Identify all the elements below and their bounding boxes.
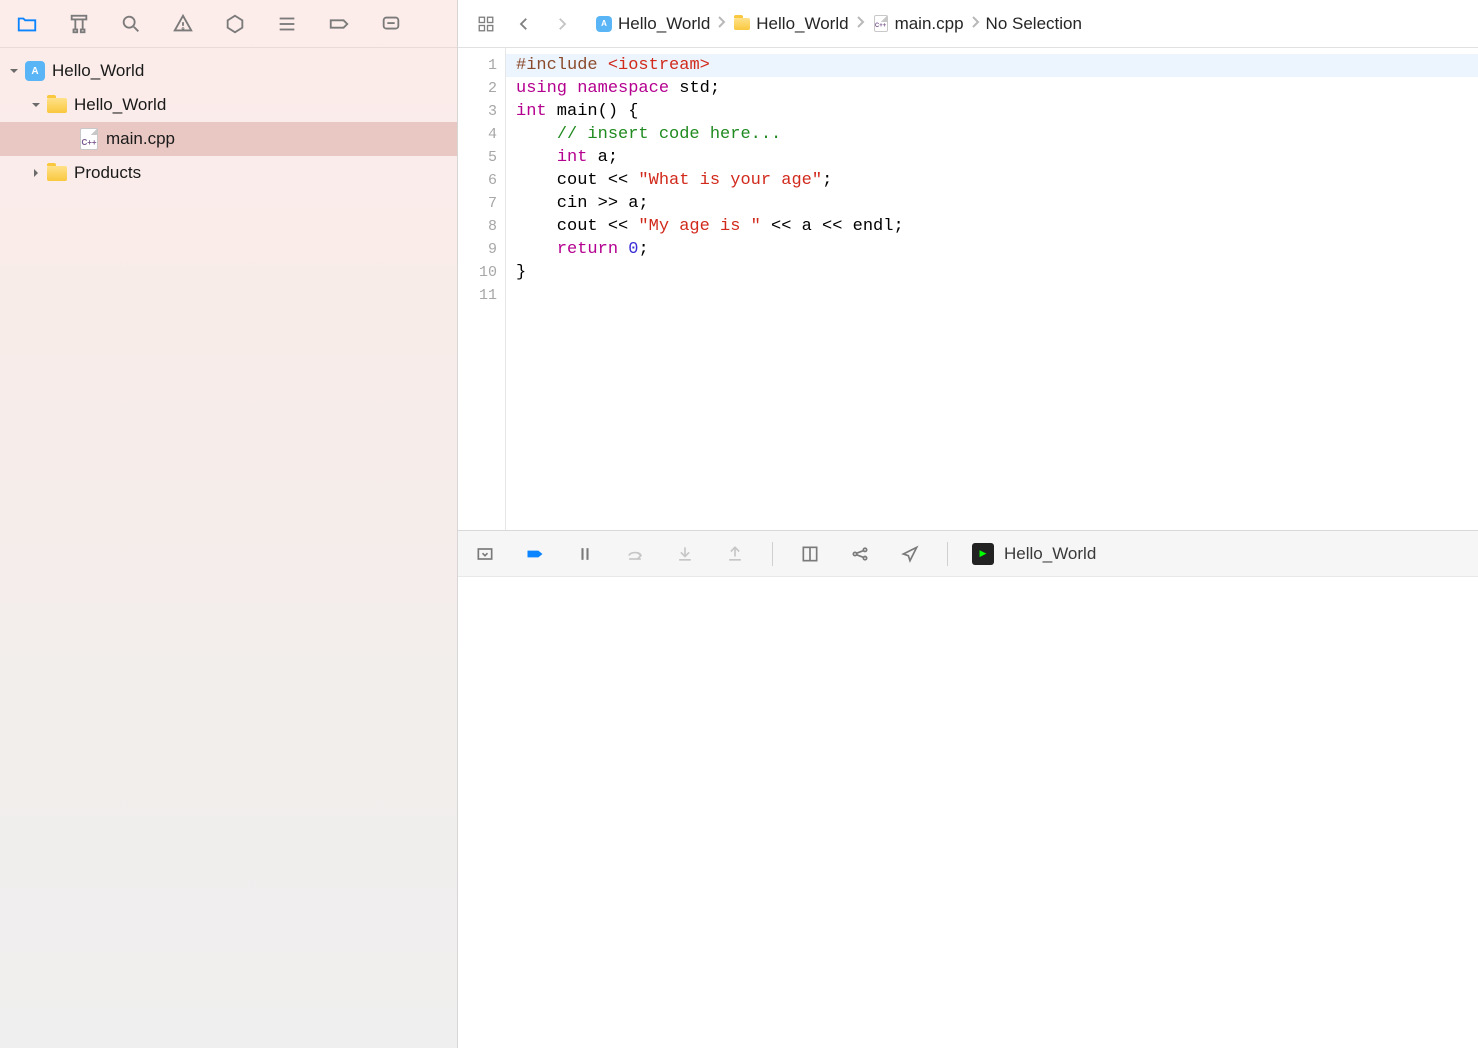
breadcrumb-segment[interactable]: Hello_World — [732, 14, 848, 34]
line-number: 1 — [458, 54, 497, 77]
back-icon[interactable] — [510, 10, 538, 38]
debug-target[interactable]: ▶ Hello_World — [972, 543, 1096, 565]
navigator-toolbar — [0, 0, 457, 48]
editor-toolbar: AHello_WorldHello_WorldC++main.cppNo Sel… — [458, 0, 1478, 48]
cpp-file-icon: C++ — [871, 14, 891, 34]
folder-icon — [46, 94, 68, 116]
code-line[interactable]: int main() { — [516, 100, 1478, 123]
code-line[interactable]: return 0; — [516, 238, 1478, 261]
breakpoints-toggle-icon[interactable] — [522, 541, 548, 567]
tree-item-label: main.cpp — [106, 129, 175, 149]
spacer-icon — [60, 131, 76, 147]
pause-icon[interactable] — [572, 541, 598, 567]
project-icon: A — [24, 60, 46, 82]
forward-icon[interactable] — [548, 10, 576, 38]
tree-item-label: Hello_World — [74, 95, 166, 115]
debug-toolbar: ▶ Hello_World — [458, 530, 1478, 576]
debug-target-label: Hello_World — [1004, 544, 1096, 564]
debug-navigator-icon[interactable] — [274, 11, 300, 37]
console-area[interactable] — [458, 576, 1478, 1048]
tree-item-products[interactable]: Products — [0, 156, 457, 190]
line-number: 7 — [458, 192, 497, 215]
chevron-right-icon — [970, 14, 980, 34]
executable-icon: ▶ — [972, 543, 994, 565]
breadcrumb-label: No Selection — [986, 14, 1082, 34]
code-editor[interactable]: 1234567891011 #include <iostream>using n… — [458, 48, 1478, 530]
folder-icon — [732, 14, 752, 34]
line-number: 10 — [458, 261, 497, 284]
hide-debug-icon[interactable] — [472, 541, 498, 567]
debug-separator — [772, 542, 773, 566]
chevron-down-icon[interactable] — [6, 63, 22, 79]
project-navigator-icon[interactable] — [14, 11, 40, 37]
chevron-right-icon — [716, 14, 726, 34]
tree-item-label: Hello_World — [52, 61, 144, 81]
breadcrumb-segment[interactable]: C++main.cpp — [871, 14, 964, 34]
tree-item-main-cpp[interactable]: C++ main.cpp — [0, 122, 457, 156]
step-into-icon[interactable] — [672, 541, 698, 567]
chevron-right-icon[interactable] — [28, 165, 44, 181]
line-number: 11 — [458, 284, 497, 307]
issues-icon[interactable] — [170, 11, 196, 37]
related-items-icon[interactable] — [472, 10, 500, 38]
breadcrumb-segment[interactable]: No Selection — [986, 14, 1082, 34]
breadcrumb-label: Hello_World — [618, 14, 710, 34]
step-out-icon[interactable] — [722, 541, 748, 567]
line-number: 4 — [458, 123, 497, 146]
code-line[interactable]: cout << "What is your age"; — [516, 169, 1478, 192]
memory-graph-icon[interactable] — [847, 541, 873, 567]
search-icon[interactable] — [118, 11, 144, 37]
code-line[interactable]: cout << "My age is " << a << endl; — [516, 215, 1478, 238]
navigator-sidebar: A Hello_World Hello_World C++ main.cpp Produc… — [0, 0, 458, 1048]
debug-view-icon[interactable] — [797, 541, 823, 567]
line-gutter: 1234567891011 — [458, 48, 506, 530]
line-number: 3 — [458, 100, 497, 123]
chevron-right-icon — [855, 14, 865, 34]
project-tree[interactable]: A Hello_World Hello_World C++ main.cpp Produc… — [0, 48, 457, 1048]
chevron-down-icon[interactable] — [28, 97, 44, 113]
breadcrumb-label: main.cpp — [895, 14, 964, 34]
tree-item-label: Products — [74, 163, 141, 183]
tree-item-hello_world[interactable]: Hello_World — [0, 88, 457, 122]
location-icon[interactable] — [897, 541, 923, 567]
step-over-icon[interactable] — [622, 541, 648, 567]
folder-icon — [46, 162, 68, 184]
debug-separator — [947, 542, 948, 566]
code-line[interactable]: // insert code here... — [516, 123, 1478, 146]
tests-icon[interactable] — [222, 11, 248, 37]
editor-pane: AHello_WorldHello_WorldC++main.cppNo Sel… — [458, 0, 1478, 1048]
breadcrumb: AHello_WorldHello_WorldC++main.cppNo Sel… — [594, 14, 1082, 34]
code-line[interactable]: #include <iostream> — [516, 54, 1478, 77]
project-icon: A — [594, 14, 614, 34]
code-line[interactable]: cin >> a; — [516, 192, 1478, 215]
breakpoint-navigator-icon[interactable] — [326, 11, 352, 37]
breadcrumb-label: Hello_World — [756, 14, 848, 34]
tree-item-hello_world[interactable]: A Hello_World — [0, 54, 457, 88]
code-line[interactable]: } — [516, 261, 1478, 284]
report-navigator-icon[interactable] — [378, 11, 404, 37]
line-number: 5 — [458, 146, 497, 169]
cpp-file-icon: C++ — [78, 128, 100, 150]
line-number: 8 — [458, 215, 497, 238]
line-number: 6 — [458, 169, 497, 192]
code-line[interactable]: int a; — [516, 146, 1478, 169]
breadcrumb-segment[interactable]: AHello_World — [594, 14, 710, 34]
line-number: 2 — [458, 77, 497, 100]
code-content[interactable]: #include <iostream>using namespace std;i… — [506, 48, 1478, 530]
source-control-icon[interactable] — [66, 11, 92, 37]
code-line[interactable]: using namespace std; — [516, 77, 1478, 100]
line-number: 9 — [458, 238, 497, 261]
code-line[interactable] — [516, 284, 1478, 307]
